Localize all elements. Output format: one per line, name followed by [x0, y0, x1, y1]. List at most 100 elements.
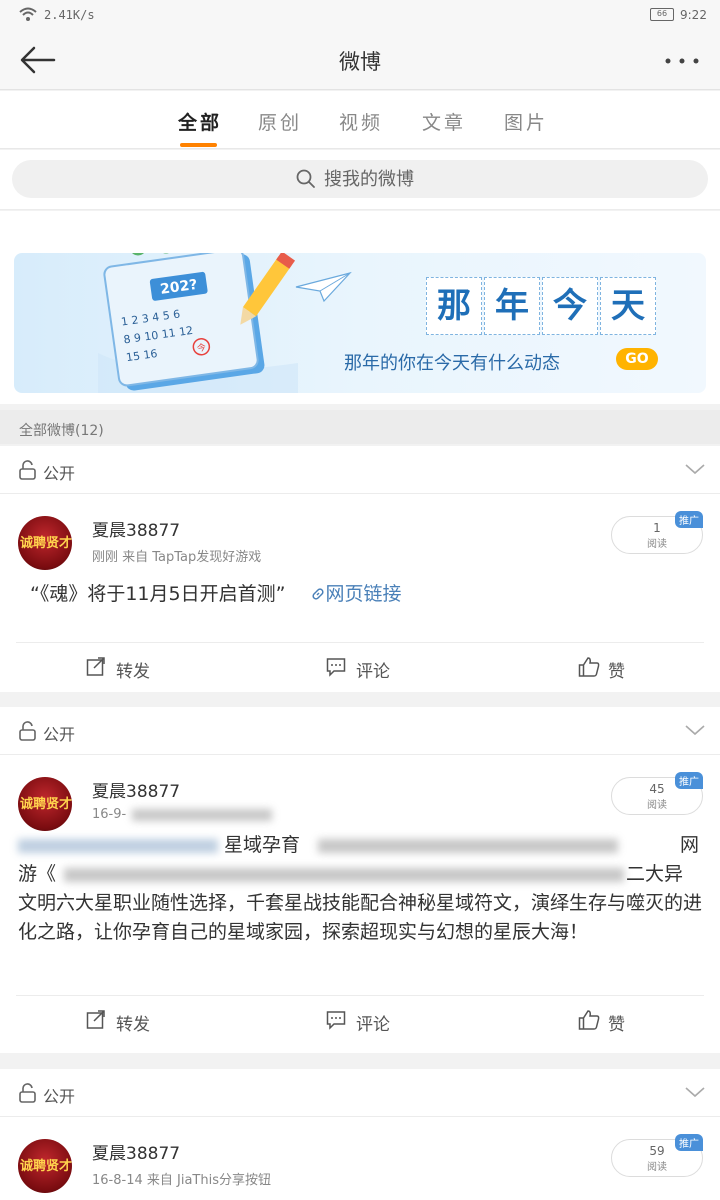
chevron-down-icon[interactable] [684, 462, 706, 476]
chevron-down-icon[interactable] [684, 723, 706, 737]
search-bar [0, 150, 720, 210]
post-meta: 16-9- [92, 807, 273, 822]
tab-article[interactable]: 文章 [422, 108, 466, 135]
read-label: 阅读 [647, 1162, 667, 1173]
search-box[interactable] [12, 160, 708, 198]
post-fragment: 星域孕育 [224, 834, 301, 856]
post-fragment: 网 [680, 834, 700, 856]
like-label: 赞 [608, 1015, 625, 1035]
battery-icon: 66 [650, 8, 674, 21]
network-speed: 2.41K/s [44, 8, 95, 22]
author-name[interactable]: 夏晨38877 [92, 516, 180, 541]
status-bar: 2.41K/s 66 9:22 [0, 0, 720, 30]
web-link[interactable]: 网页链接 [310, 583, 402, 605]
avatar[interactable]: 诚聘贤才 [18, 516, 72, 570]
more-options-icon[interactable] [662, 56, 702, 66]
link-icon [311, 588, 324, 600]
read-label: 阅读 [647, 800, 667, 811]
comment-label: 评论 [356, 1015, 390, 1035]
avatar-text: 诚聘贤才 [19, 1159, 72, 1174]
author-name[interactable]: 夏晨38877 [92, 1139, 180, 1164]
nav-bar: 微博 [0, 30, 720, 90]
promote-badge[interactable]: 推广 [675, 511, 703, 528]
tab-original[interactable]: 原创 [258, 108, 302, 135]
like-label: 赞 [608, 662, 625, 682]
post-text: 星域孕育 网 游《 二大异 文明六大星职业随性选择，千套星战技能配合神秘星域符文… [0, 827, 720, 995]
read-count-badge[interactable]: 1 阅读 推广 [611, 511, 703, 554]
weibo-post: 公开 诚聘贤才 夏晨38877 刚刚 来自 TapTap发现好游戏 1 阅读 推… [0, 446, 720, 692]
post-line: 游《 二大异 [18, 860, 702, 889]
post-content: “《魂》将于11月5日开启首测” [30, 583, 286, 605]
post-meta: 16-8-14 来自 JiaThis分享按钮 [92, 1173, 271, 1188]
visibility-row[interactable]: 公开 [0, 1069, 720, 1117]
visibility-label: 公开 [43, 725, 76, 744]
avatar[interactable]: 诚聘贤才 [18, 1139, 72, 1193]
tab-image[interactable]: 图片 [504, 108, 548, 135]
banner-subtitle: 那年的你在今天有什么动态 [344, 353, 560, 374]
read-count-badge[interactable]: 45 阅读 推广 [611, 772, 703, 815]
paper-plane-icon [295, 271, 352, 303]
post-fragment: 二大异 [626, 863, 684, 885]
blurred-region [132, 808, 273, 821]
repost-label: 转发 [116, 662, 150, 682]
comment-button[interactable]: 评论 [326, 657, 390, 682]
lock-open-icon [19, 721, 36, 741]
lock-open-icon [19, 460, 36, 480]
repost-label: 转发 [116, 1015, 150, 1035]
thumbs-up-icon [578, 1010, 600, 1030]
search-input[interactable] [324, 166, 524, 192]
comment-label: 评论 [356, 662, 390, 682]
search-icon [296, 169, 315, 188]
comment-button[interactable]: 评论 [326, 1010, 390, 1035]
blurred-region [64, 868, 624, 882]
avatar-text: 诚聘贤才 [19, 536, 72, 551]
post-line: 星域孕育 网 [18, 831, 702, 860]
repost-icon [86, 657, 105, 676]
on-this-day-banner[interactable]: 202? 1 2 3 4 5 6 8 9 10 11 12 15 16 今 那 [14, 253, 706, 393]
post-date: 16-9- [92, 807, 127, 822]
visibility-label: 公开 [43, 1087, 76, 1106]
promote-badge[interactable]: 推广 [675, 1134, 703, 1151]
banner-section: 202? 1 2 3 4 5 6 8 9 10 11 12 15 16 今 那 [0, 211, 720, 404]
tab-all[interactable]: 全部 [178, 108, 222, 147]
visibility-row[interactable]: 公开 [0, 707, 720, 755]
visibility-row[interactable]: 公开 [0, 446, 720, 494]
web-link-label: 网页链接 [325, 583, 402, 605]
go-button[interactable]: GO [616, 348, 658, 370]
filter-tabs: 全部 原创 视频 文章 图片 [0, 91, 720, 149]
chevron-down-icon[interactable] [684, 1085, 706, 1099]
weibo-post: 公开 诚聘贤才 夏晨38877 16-9- 45 阅读 推广 星域孕育 网 游《… [0, 707, 720, 1053]
like-button[interactable]: 赞 [578, 657, 625, 682]
clock: 9:22 [680, 8, 707, 22]
read-count-badge[interactable]: 59 阅读 推广 [611, 1134, 703, 1177]
post-meta: 刚刚 来自 TapTap发现好游戏 [92, 550, 262, 565]
section-title: 全部微博(12) [0, 410, 720, 444]
avatar-text: 诚聘贤才 [19, 797, 72, 812]
headline-char: 年 [484, 277, 540, 335]
author-name[interactable]: 夏晨38877 [92, 777, 180, 802]
comment-icon [326, 658, 346, 677]
wifi-icon [19, 7, 37, 21]
headline-char: 那 [426, 277, 482, 335]
like-button[interactable]: 赞 [578, 1010, 625, 1035]
promote-badge[interactable]: 推广 [675, 772, 703, 789]
post-fragment: 游《 [18, 863, 57, 885]
page-title: 微博 [339, 50, 381, 74]
lock-open-icon [19, 1083, 36, 1103]
thumbs-up-icon [578, 657, 600, 677]
headline-char: 今 [542, 277, 598, 335]
comment-icon [326, 1011, 346, 1030]
tab-video[interactable]: 视频 [339, 108, 383, 135]
visibility-label: 公开 [43, 464, 76, 483]
repost-button[interactable]: 转发 [86, 1010, 150, 1035]
post-content: 文明六大星职业随性选择，千套星战技能配合神秘星域符文，演绎生存与噬灭的进化之路，… [18, 892, 703, 943]
avatar[interactable]: 诚聘贤才 [18, 777, 72, 831]
action-bar: 转发 评论 赞 [16, 995, 704, 1047]
blurred-region [318, 839, 618, 853]
headline-char: 天 [600, 277, 656, 335]
repost-icon [86, 1010, 105, 1029]
repost-button[interactable]: 转发 [86, 657, 150, 682]
calendar-illustration: 202? 1 2 3 4 5 6 8 9 10 11 12 15 16 今 [98, 253, 298, 393]
action-bar: 转发 评论 赞 [16, 642, 704, 694]
read-label: 阅读 [647, 539, 667, 550]
